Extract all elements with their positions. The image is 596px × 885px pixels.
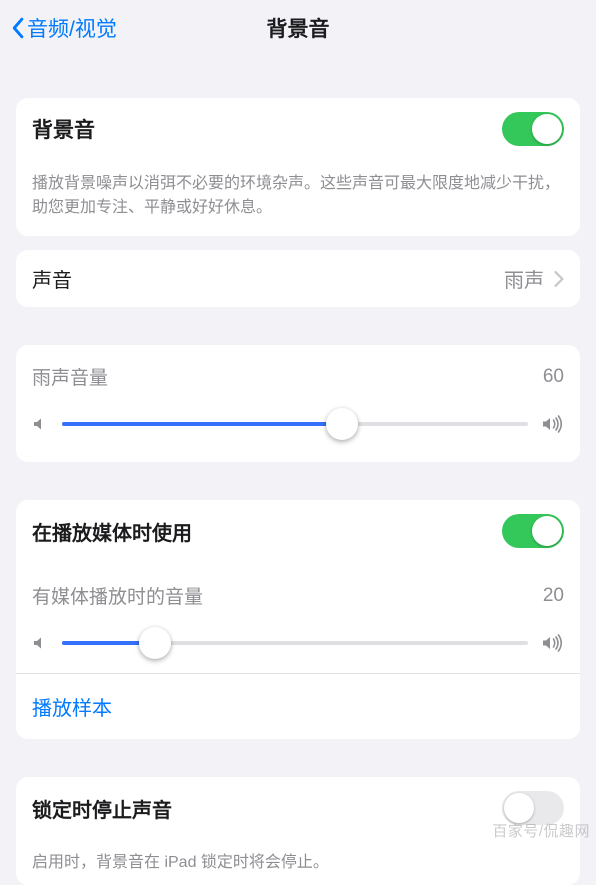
- row-background-sounds: 背景音: [16, 98, 580, 160]
- volume-low-icon: [32, 635, 48, 651]
- background-sounds-label: 背景音: [32, 114, 502, 144]
- media-toggle[interactable]: [502, 514, 564, 548]
- group-lock: 锁定时停止声音 启用时，背景音在 iPad 锁定时将会停止。: [16, 777, 580, 885]
- group-volume: 雨声音量 60: [16, 345, 580, 462]
- sound-label: 声音: [32, 264, 504, 293]
- volume-header: 雨声音量 60: [16, 345, 580, 400]
- row-sound[interactable]: 声音 雨声: [16, 250, 580, 307]
- volume-label: 雨声音量: [32, 363, 108, 390]
- chevron-left-icon: [10, 17, 25, 39]
- row-media-toggle: 在播放媒体时使用: [16, 500, 580, 562]
- media-volume-label: 有媒体播放时的音量: [32, 582, 203, 609]
- volume-high-icon: [542, 634, 564, 652]
- row-lock-toggle: 锁定时停止声音: [16, 777, 580, 839]
- back-button[interactable]: 音频/视觉: [10, 13, 117, 43]
- back-label: 音频/视觉: [27, 13, 117, 43]
- volume-slider[interactable]: [62, 408, 528, 440]
- group-sound: 声音 雨声: [16, 250, 580, 307]
- volume-low-icon: [32, 416, 48, 432]
- group-main: 背景音 播放背景噪声以消弭不必要的环境杂声。这些声音可最大限度地减少干扰，助您更…: [16, 98, 580, 236]
- nav-bar: 音频/视觉 背景音: [0, 0, 596, 56]
- chevron-right-icon: [554, 271, 564, 287]
- lock-toggle[interactable]: [502, 791, 564, 825]
- play-sample-link[interactable]: 播放样本: [16, 673, 580, 739]
- group-media: 在播放媒体时使用 有媒体播放时的音量 20 播放样本: [16, 500, 580, 739]
- lock-label: 锁定时停止声音: [32, 794, 502, 823]
- media-slider-row: [16, 619, 580, 673]
- sound-value: 雨声: [504, 264, 544, 293]
- background-sounds-toggle[interactable]: [502, 112, 564, 146]
- media-volume-header: 有媒体播放时的音量 20: [16, 562, 580, 619]
- volume-slider-row: [16, 400, 580, 462]
- media-volume-slider[interactable]: [62, 627, 528, 659]
- media-toggle-label: 在播放媒体时使用: [32, 517, 502, 546]
- lock-footer: 启用时，背景音在 iPad 锁定时将会停止。: [16, 839, 580, 885]
- background-sounds-footer: 播放背景噪声以消弭不必要的环境杂声。这些声音可最大限度地减少干扰，助您更加专注、…: [16, 160, 580, 236]
- media-volume-value: 20: [543, 585, 564, 607]
- volume-high-icon: [542, 415, 564, 433]
- volume-value: 60: [543, 366, 564, 388]
